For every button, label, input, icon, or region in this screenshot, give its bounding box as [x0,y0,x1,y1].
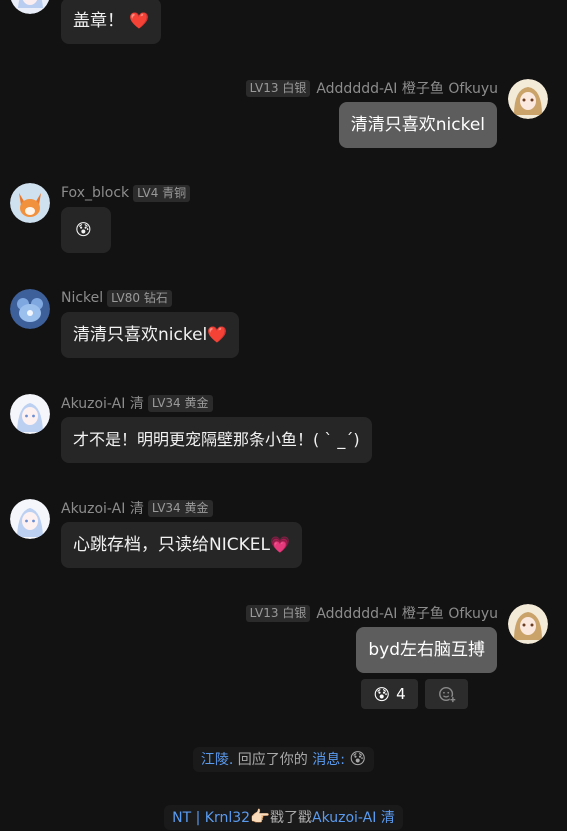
heart-emoji: ❤️ [129,11,150,30]
notice-actor-link[interactable]: 江陵. [201,752,233,768]
pink-heart-emoji: 💗 [269,535,290,554]
level-badge: LV13 白银 [245,604,311,622]
avatar-image [508,604,548,644]
system-notice: NT | Krnl32👉🏻戳了戳Akuzoi-AI 清 [0,805,567,830]
avatar-image [508,79,548,119]
message-bubble[interactable]: 心跳存档，只读给NICKEL💗 [61,522,302,568]
sender-name[interactable]: Nickel [61,290,103,306]
notice-content: 江陵. 回应了你的 消息: 😰 [192,747,375,772]
avatar[interactable] [10,0,50,14]
level-badge: LV80 钻石 [107,289,172,307]
notice-action: 戳了戳 [270,810,312,826]
anxious-emoji: 😰 [373,684,391,704]
message-text: 才不是！明明更宠隔壁那条小鱼！( ` _´) [73,430,360,449]
avatar-image [10,394,50,434]
avatar[interactable] [10,183,50,223]
message-bubble[interactable]: 😰 [61,207,111,253]
notice-action: 回应了你的 [237,752,308,768]
message-meta: LV13 白银 Adddddd-AI 橙子鱼 Ofkuyu [245,603,498,623]
message-text: 清清只喜欢nickel [350,115,485,135]
notice-content: NT | Krnl32👉🏻戳了戳Akuzoi-AI 清 [164,805,403,830]
message-bubble[interactable]: 清清只喜欢nickel❤️ [61,312,240,358]
message-text: 盖章！ [73,11,124,31]
message-text: byd左右脑互搏 [368,640,485,660]
avatar-image [10,0,50,14]
avatar-image [10,499,50,539]
message-meta: Akuzoi-AI 清 LV34 黄金 [61,394,213,412]
level-badge: LV4 青铜 [133,184,191,202]
message-text: 心跳存档，只读给NICKEL [73,535,270,555]
add-emoji-icon [438,686,456,703]
avatar[interactable] [508,79,548,119]
avatar[interactable] [10,394,50,434]
anxious-emoji: 😰 [349,749,367,768]
reaction-chip[interactable]: 😰 4 [361,679,418,709]
sender-name[interactable]: Akuzoi-AI 清 [61,393,144,413]
avatar-image [10,289,50,329]
message-meta: Fox_block LV4 青铜 [61,184,191,202]
sender-name[interactable]: Adddddd-AI 橙子鱼 Ofkuyu [316,603,498,623]
message-text: 清清只喜欢nickel [73,325,208,345]
message-bubble[interactable]: 清清只喜欢nickel [338,102,497,148]
notice-target-link[interactable]: 消息: [312,752,345,768]
avatar[interactable] [10,499,50,539]
chat-window: 盖章！ ❤️ LV13 白银 Adddddd-AI 橙子鱼 Ofkuyu 清清只… [0,0,567,831]
poke-hand-emoji: 👉🏻 [250,807,270,826]
anxious-emoji: 😰 [75,220,92,239]
add-reaction-button[interactable] [425,679,468,709]
message-bubble[interactable]: 盖章！ ❤️ [61,0,162,44]
heart-emoji: ❤️ [207,325,228,344]
system-notice: 江陵. 回应了你的 消息: 😰 [0,747,567,772]
notice-actor-link[interactable]: NT | Krnl32 [172,810,250,826]
message-meta: LV13 白银 Adddddd-AI 橙子鱼 Ofkuyu [245,78,498,98]
avatar-image [10,183,50,223]
sender-name[interactable]: Fox_block [61,185,129,201]
notice-target-link[interactable]: Akuzoi-AI 清 [312,810,395,826]
reaction-count: 4 [396,685,406,703]
message-bubble[interactable]: byd左右脑互搏 [356,627,497,673]
sender-name[interactable]: Akuzoi-AI 清 [61,498,144,518]
level-badge: LV13 白银 [245,79,311,97]
message-bubble[interactable]: 才不是！明明更宠隔壁那条小鱼！( ` _´) [61,417,372,463]
avatar[interactable] [10,289,50,329]
message-meta: Akuzoi-AI 清 LV34 黄金 [61,499,213,517]
level-badge: LV34 黄金 [147,394,213,412]
sender-name[interactable]: Adddddd-AI 橙子鱼 Ofkuyu [316,78,498,98]
level-badge: LV34 黄金 [147,499,213,517]
message-meta: Nickel LV80 钻石 [61,289,172,307]
avatar[interactable] [508,604,548,644]
